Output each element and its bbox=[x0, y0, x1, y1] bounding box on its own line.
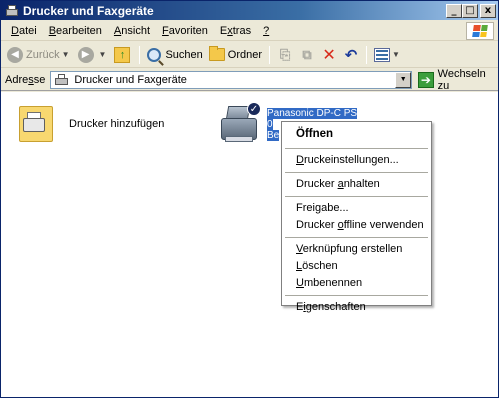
add-printer-icon bbox=[15, 104, 55, 144]
ctx-use-offline[interactable]: Drucker offline verwenden bbox=[284, 217, 429, 234]
search-label: Suchen bbox=[165, 48, 203, 61]
printer-label-line: Panasonic DP-C PS bbox=[267, 108, 358, 119]
ctx-open[interactable]: Öffnen bbox=[284, 124, 429, 145]
folders-button[interactable]: Ordner bbox=[206, 44, 265, 66]
printer-label-line: Be bbox=[267, 130, 280, 141]
forward-button[interactable]: ▶ ▼ bbox=[75, 44, 112, 66]
printer-label-line: 0 bbox=[267, 119, 273, 130]
views-icon bbox=[374, 47, 391, 62]
address-bar: Adresse Drucker und Faxgeräte ▼ ➔ Wechse… bbox=[1, 68, 498, 92]
chevron-down-icon[interactable]: ▼ bbox=[99, 50, 107, 59]
maximize-button[interactable]: □ bbox=[462, 3, 478, 18]
close-button[interactable]: x bbox=[480, 3, 496, 18]
back-label: Zurück bbox=[26, 48, 60, 61]
menu-datei[interactable]: Datei bbox=[5, 25, 43, 37]
default-printer-check-icon: ✓ bbox=[247, 102, 261, 116]
printer-icon: ✓ bbox=[219, 102, 265, 148]
ctx-print-settings[interactable]: Druckeinstellungen... bbox=[284, 152, 429, 169]
folder-icon bbox=[208, 46, 225, 61]
chevron-down-icon[interactable]: ▼ bbox=[62, 50, 70, 59]
move-to-button[interactable]: ⎘ bbox=[274, 44, 296, 66]
printer-item[interactable]: ✓ bbox=[219, 102, 265, 148]
toolbar-separator bbox=[269, 45, 271, 64]
copy-to-button[interactable]: ⧉ bbox=[296, 44, 318, 66]
menu-separator bbox=[285, 237, 428, 238]
chevron-down-icon[interactable]: ▼ bbox=[392, 50, 400, 59]
toolbar-separator bbox=[366, 45, 368, 64]
back-button[interactable]: ◀ Zurück ▼ bbox=[4, 44, 75, 66]
explorer-window: Drucker und Faxgeräte _ □ x Datei Bearbe… bbox=[0, 0, 499, 398]
folder-up-icon: ↑ bbox=[114, 46, 131, 63]
go-button[interactable]: ➔ Wechseln zu bbox=[418, 68, 498, 92]
window-title: Drucker und Faxgeräte bbox=[23, 3, 154, 18]
address-value: Drucker und Faxgeräte bbox=[74, 73, 187, 86]
search-icon bbox=[147, 47, 162, 62]
search-button[interactable]: Suchen bbox=[144, 44, 205, 66]
printer-folder-icon bbox=[5, 4, 19, 18]
menu-separator bbox=[285, 148, 428, 149]
ctx-rename[interactable]: Umbenennen bbox=[284, 275, 429, 292]
menu-separator bbox=[285, 196, 428, 197]
delete-icon: ✕ bbox=[322, 46, 336, 64]
undo-icon: ↶ bbox=[344, 46, 358, 64]
folders-label: Ordner bbox=[227, 48, 263, 61]
menu-extras[interactable]: Extras bbox=[214, 25, 257, 37]
ctx-create-shortcut[interactable]: Verknüpfung erstellen bbox=[284, 241, 429, 258]
address-label: Adresse bbox=[5, 73, 46, 86]
address-dropdown-chevron-icon[interactable]: ▼ bbox=[395, 71, 412, 88]
printer-folder-icon bbox=[54, 73, 70, 87]
menu-separator bbox=[285, 295, 428, 296]
ctx-properties[interactable]: Eigenschaften bbox=[284, 299, 429, 316]
menu-separator bbox=[285, 172, 428, 173]
address-field[interactable]: Drucker und Faxgeräte ▼ bbox=[50, 70, 413, 89]
views-button[interactable]: ▼ bbox=[371, 44, 405, 66]
menu-bar: Datei Bearbeiten Ansicht Favoriten Extra… bbox=[1, 21, 498, 41]
add-printer-label: Drucker hinzufügen bbox=[69, 118, 165, 130]
title-bar[interactable]: Drucker und Faxgeräte _ □ x bbox=[1, 1, 498, 20]
ctx-pause-printer[interactable]: Drucker anhalten bbox=[284, 176, 429, 193]
menu-bearbeiten[interactable]: Bearbeiten bbox=[43, 25, 108, 37]
ctx-delete[interactable]: Löschen bbox=[284, 258, 429, 275]
toolbar-separator bbox=[139, 45, 141, 64]
menu-ansicht[interactable]: Ansicht bbox=[108, 25, 156, 37]
ctx-sharing[interactable]: Freigabe... bbox=[284, 200, 429, 217]
go-arrow-icon: ➔ bbox=[418, 71, 434, 88]
menu-help[interactable]: ? bbox=[257, 25, 275, 37]
undo-button[interactable]: ↶ bbox=[340, 44, 362, 66]
menu-favoriten[interactable]: Favoriten bbox=[156, 25, 214, 37]
copy-to-icon: ⧉ bbox=[302, 46, 312, 62]
windows-logo-icon bbox=[466, 22, 494, 40]
forward-arrow-icon: ▶ bbox=[77, 46, 94, 63]
minimize-button[interactable]: _ bbox=[446, 3, 462, 18]
context-menu: Öffnen Druckeinstellungen... Drucker anh… bbox=[281, 121, 432, 313]
up-button[interactable]: ↑ bbox=[111, 44, 135, 66]
toolbar: ◀ Zurück ▼ ▶ ▼ ↑ Suchen Ordner ⎘ ⧉ ✕ ↶ ▼ bbox=[1, 42, 498, 68]
go-label: Wechseln zu bbox=[437, 67, 486, 92]
add-printer-item[interactable]: Drucker hinzufügen bbox=[15, 104, 164, 144]
move-to-icon: ⎘ bbox=[279, 46, 291, 62]
delete-button[interactable]: ✕ bbox=[318, 44, 340, 66]
back-arrow-icon: ◀ bbox=[7, 46, 23, 63]
